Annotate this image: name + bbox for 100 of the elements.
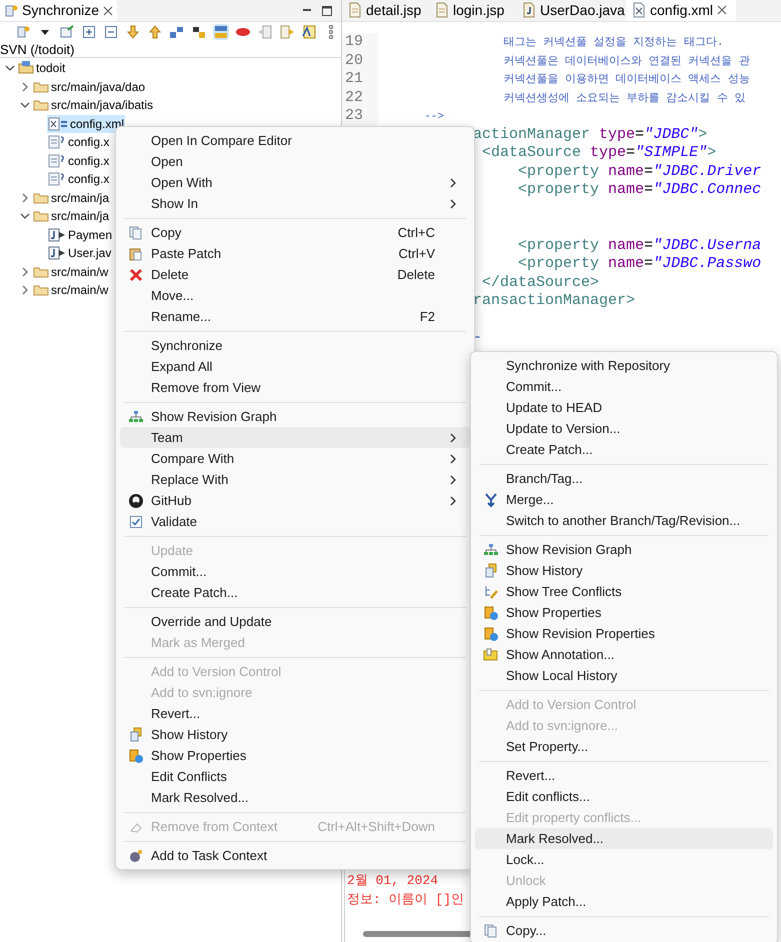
menu-item[interactable]: Show Annotation... (475, 644, 773, 665)
xml-file-icon (631, 2, 647, 18)
chevron-icon[interactable] (4, 63, 14, 74)
code-line: <property name="JDBC.Driver (517, 162, 762, 181)
tree-item[interactable]: Paymen (47, 226, 114, 244)
menu-item[interactable]: Copy Ctrl+C (120, 222, 470, 243)
menu-item[interactable]: Edit Conflicts (120, 766, 470, 787)
document-arrow-icon[interactable] (59, 24, 75, 40)
menu-item[interactable]: Revert... (120, 703, 470, 724)
tree-item[interactable]: src/main/ja (32, 188, 110, 207)
folder-note-icon (482, 646, 498, 662)
menu-item[interactable]: Edit conflicts... (475, 786, 773, 807)
menu-item[interactable]: Commit... (120, 561, 470, 582)
editor-tab[interactable]: detail.jsp (342, 0, 429, 21)
menu-item[interactable]: Create Patch... (475, 439, 773, 460)
menu-item[interactable]: Show Tree Conflicts (475, 581, 773, 602)
tree-item[interactable]: src/main/ja (32, 207, 110, 226)
tree-item[interactable]: config.x (47, 133, 110, 152)
line-number: 22 (342, 88, 378, 107)
menu-item[interactable]: Open With (120, 172, 470, 193)
menu-item[interactable]: Show Local History (475, 665, 773, 686)
menu-item[interactable]: Apply Patch... (475, 891, 773, 912)
menu-item[interactable]: Show History (475, 560, 773, 581)
collapse-all-icon[interactable] (103, 24, 119, 40)
menu-item[interactable]: Override and Update (120, 611, 470, 632)
menu-item[interactable]: Update to Version... (475, 418, 773, 439)
menu-item[interactable]: Synchronize with Repository (475, 355, 773, 376)
tree-item[interactable]: User.jav (47, 244, 112, 262)
editor-tab[interactable]: UserDao.java (516, 0, 626, 21)
menu-item[interactable]: Show In (120, 193, 470, 214)
menu-item[interactable]: Mark Resolved... (120, 787, 470, 808)
tree-item[interactable]: src/main/w (32, 281, 110, 300)
expand-all-icon[interactable] (81, 24, 97, 40)
menu-item[interactable]: Show Properties (120, 745, 470, 766)
tree-item[interactable]: src/main/w (32, 262, 110, 281)
menu-item[interactable]: Delete Delete (120, 264, 470, 285)
editor-tab[interactable]: config.xml (626, 0, 736, 21)
tree-item[interactable]: config.x (47, 152, 110, 170)
paste-icon (128, 246, 144, 262)
menu-item[interactable]: Team (120, 427, 470, 448)
shortcut-text: Ctrl+C (398, 224, 436, 242)
menu-item[interactable]: GitHub (120, 490, 470, 511)
tree-item[interactable]: src/main/java/dao (32, 78, 146, 96)
chevron-icon[interactable] (20, 192, 30, 203)
tree-item[interactable]: config.x (47, 170, 110, 188)
menu-item[interactable]: Open (120, 151, 470, 172)
menu-item[interactable]: Paste Patch Ctrl+V (120, 243, 470, 264)
chevron-icon[interactable] (20, 285, 30, 296)
menu-item[interactable]: Show Revision Graph (475, 539, 773, 560)
right-page-icon[interactable] (279, 24, 295, 40)
tree-item[interactable]: src/main/java/ibatis (32, 96, 154, 114)
menu-item[interactable]: Copy... (475, 920, 773, 941)
chevron-icon[interactable] (20, 100, 30, 110)
java-file-icon (48, 226, 66, 243)
menu-item[interactable]: Open In Compare Editor (120, 130, 470, 151)
menu-item[interactable]: Switch to another Branch/Tag/Revision... (475, 510, 773, 531)
editor-tab[interactable]: login.jsp (429, 0, 516, 21)
menu-item[interactable]: Update to HEAD (475, 397, 773, 418)
menu-item[interactable]: Set Property... (475, 736, 773, 757)
menu-item[interactable]: Show Properties (475, 602, 773, 623)
menu-item[interactable]: Rename... F2 (120, 306, 470, 327)
menu-item[interactable]: Compare With (120, 448, 470, 469)
menu-item[interactable]: Validate (120, 511, 470, 532)
menu-item[interactable]: Move... (120, 285, 470, 306)
menu-item[interactable]: Revert... (475, 765, 773, 786)
menu-item[interactable]: Mark Resolved... (475, 828, 773, 849)
menu-item[interactable]: Show History (120, 724, 470, 745)
menu-item[interactable]: Add to Task Context (120, 845, 470, 866)
menu-item[interactable]: Remove from View (120, 377, 470, 398)
code-line: <property name="JDBC.Connec (517, 181, 762, 200)
tree-pencil-icon (482, 584, 498, 600)
chevron-icon[interactable] (20, 82, 30, 92)
maximize-icon[interactable] (321, 4, 333, 16)
menu-item[interactable]: Show Revision Graph (120, 406, 470, 427)
line-number: 19 (342, 33, 378, 52)
tree-item[interactable]: config.xml (47, 114, 126, 133)
close-icon[interactable] (102, 4, 114, 16)
tree-item[interactable]: todoit (17, 59, 66, 78)
menu-item[interactable]: Create Patch... (120, 582, 470, 603)
menu-item[interactable]: Commit... (475, 376, 773, 397)
menu-item[interactable]: Merge... (475, 489, 773, 510)
menu-item[interactable]: Synchronize (120, 335, 470, 356)
file-question-icon (48, 152, 66, 169)
both-blocks-icon[interactable] (213, 24, 229, 40)
code-line: ransactionManager> (473, 292, 636, 310)
menu-item[interactable]: Branch/Tag... (475, 468, 773, 489)
close-icon[interactable] (716, 4, 728, 16)
code-line: - (473, 329, 482, 348)
menu-item[interactable]: Replace With (120, 469, 470, 490)
chevron-icon[interactable] (20, 266, 30, 277)
letters-doc-icon[interactable] (301, 24, 317, 40)
menu-item[interactable]: Expand All (120, 356, 470, 377)
menu-item[interactable]: Show Revision Properties (475, 623, 773, 644)
graph-icon (128, 408, 144, 424)
view-tab[interactable]: Synchronize (0, 0, 118, 21)
up-arrow-icon[interactable] (147, 24, 163, 40)
chevron-icon[interactable] (20, 211, 30, 222)
menu-item[interactable]: Lock... (475, 849, 773, 870)
scrollbar-thumb[interactable] (363, 931, 473, 937)
down-arrow-icon[interactable] (125, 24, 141, 40)
